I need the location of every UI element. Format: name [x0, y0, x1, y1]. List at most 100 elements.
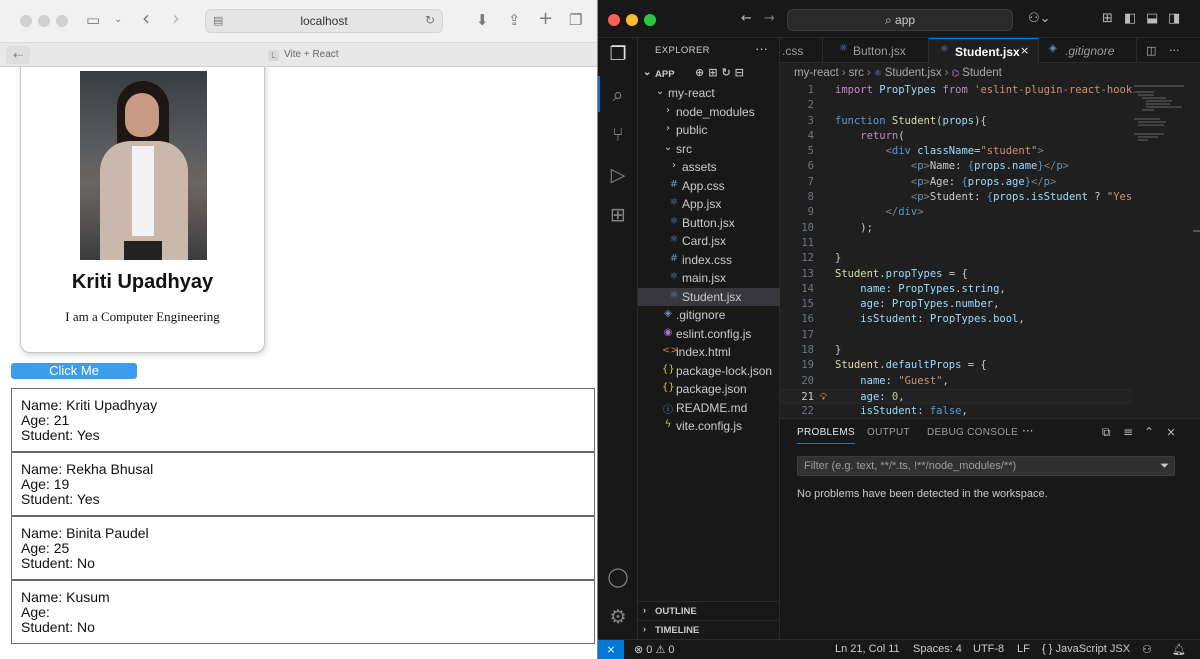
- close-window-button[interactable]: [20, 15, 32, 27]
- tab-overview-icon[interactable]: ❐: [569, 11, 582, 29]
- breadcrumb-item[interactable]: Student: [962, 67, 1002, 79]
- code-line[interactable]: 8 <p>Student: {props.isStudent ? "Yes": [780, 190, 1132, 205]
- nav-forward-icon[interactable]: →: [764, 11, 775, 26]
- code-line[interactable]: 17: [780, 328, 1132, 343]
- tab-output[interactable]: OUTPUT: [867, 427, 910, 438]
- account-icon[interactable]: ◯: [606, 566, 630, 590]
- collapse-all-icon[interactable]: ⊟: [735, 66, 748, 79]
- close-window-button[interactable]: [608, 14, 620, 26]
- download-icon[interactable]: ⬇: [476, 11, 489, 29]
- browser-tab[interactable]: L Vite + React: [268, 49, 339, 61]
- minimize-window-button[interactable]: [626, 14, 638, 26]
- toggle-panel-icon[interactable]: ⬓: [1146, 11, 1158, 26]
- address-bar[interactable]: ▤ localhost ↻: [205, 9, 443, 33]
- code-line[interactable]: 14 name: PropTypes.string,: [780, 282, 1132, 297]
- share-icon[interactable]: ⇪: [508, 11, 521, 29]
- tree-item[interactable]: › assets: [638, 158, 780, 177]
- new-tab-icon[interactable]: +: [538, 8, 553, 29]
- run-debug-icon[interactable]: ▷: [606, 164, 630, 188]
- code-line[interactable]: 7 <p>Age: {props.age}</p>: [780, 175, 1132, 190]
- language-mode[interactable]: { } JavaScript JSX: [1042, 643, 1130, 655]
- new-folder-icon[interactable]: ⊞: [708, 66, 721, 79]
- more-actions-icon[interactable]: ···: [755, 41, 768, 56]
- tab-debug-console[interactable]: DEBUG CONSOLE: [927, 427, 1018, 438]
- tree-item[interactable]: ◉ eslint.config.js: [638, 325, 780, 344]
- nav-back-icon[interactable]: ←: [741, 11, 752, 26]
- toggle-secondary-sidebar-icon[interactable]: ◨: [1168, 11, 1180, 26]
- code-line[interactable]: 9 </div>: [780, 205, 1132, 220]
- forward-icon[interactable]: ›: [172, 6, 180, 30]
- outline-section[interactable]: › OUTLINE: [638, 601, 780, 619]
- refresh-icon[interactable]: ↻: [721, 66, 734, 79]
- source-control-icon[interactable]: ⑂: [606, 124, 630, 148]
- code-line[interactable]: 22 isStudent: false,: [780, 404, 1132, 418]
- breadcrumb-item[interactable]: my-react: [794, 67, 839, 79]
- code-line[interactable]: 2: [780, 98, 1132, 113]
- notifications-icon[interactable]: 🔔︎: [1172, 643, 1186, 656]
- code-line[interactable]: 16 isStudent: PropTypes.bool,: [780, 312, 1132, 327]
- minimize-window-button[interactable]: [38, 15, 50, 27]
- code-line[interactable]: 10 );: [780, 221, 1132, 236]
- copy-icon[interactable]: ⧉: [1102, 425, 1111, 440]
- click-me-button[interactable]: Click Me: [11, 363, 137, 379]
- tree-item[interactable]: {} package.json: [638, 380, 780, 399]
- code-line[interactable]: 11: [780, 236, 1132, 251]
- remote-icon[interactable]: ⨯: [598, 640, 624, 659]
- tree-item[interactable]: {} package-lock.json: [638, 362, 780, 381]
- view-as-list-icon[interactable]: ≡: [1123, 425, 1133, 439]
- breadcrumb-item[interactable]: src: [849, 67, 864, 79]
- settings-gear-icon[interactable]: ⚙: [606, 606, 630, 630]
- tab-problems[interactable]: PROBLEMS: [797, 427, 855, 444]
- customize-layout-icon[interactable]: ⊞: [1102, 11, 1113, 26]
- maximize-panel-icon[interactable]: ⌃: [1144, 425, 1154, 439]
- lightbulb-icon[interactable]: 💡︎: [820, 390, 827, 405]
- close-tab-icon[interactable]: ×: [1020, 44, 1029, 57]
- tree-item[interactable]: › node_modules: [638, 103, 780, 122]
- code-line[interactable]: 4 return(: [780, 129, 1132, 144]
- tree-item[interactable]: ⚛ Card.jsx: [638, 232, 780, 251]
- tree-item[interactable]: # index.css: [638, 251, 780, 270]
- tree-item[interactable]: ◈ .gitignore: [638, 306, 780, 325]
- more-actions-icon[interactable]: ···: [1022, 424, 1033, 438]
- code-line[interactable]: 15 age: PropTypes.number,: [780, 297, 1132, 312]
- code-line[interactable]: 6 <p>Name: {props.name}</p>: [780, 159, 1132, 174]
- code-line[interactable]: 19 Student.defaultProps = {: [780, 358, 1132, 373]
- chevron-down-icon[interactable]: ⌄: [114, 14, 122, 25]
- tree-item[interactable]: ⚛ Button.jsx: [638, 214, 780, 233]
- tab-button-jsx[interactable]: ⚛ Button.jsx: [823, 38, 929, 63]
- tree-item[interactable]: ⓘ README.md: [638, 399, 780, 418]
- back-icon[interactable]: ‹: [142, 6, 150, 30]
- tree-item[interactable]: ⌄ my-react: [638, 84, 780, 103]
- more-actions-icon[interactable]: ···: [1169, 44, 1180, 57]
- code-line[interactable]: 13 Student.propTypes = {: [780, 267, 1132, 282]
- indentation[interactable]: Spaces: 4: [913, 643, 962, 655]
- end-of-line[interactable]: LF: [1017, 643, 1030, 655]
- minimap[interactable]: [1132, 83, 1186, 413]
- code-line[interactable]: 3 function Student(props){: [780, 114, 1132, 129]
- close-panel-icon[interactable]: ×: [1166, 425, 1176, 439]
- explorer-icon[interactable]: ❐: [606, 43, 630, 67]
- tree-item[interactable]: <> index.html: [638, 343, 780, 362]
- new-file-icon[interactable]: ⊕: [695, 66, 708, 79]
- tree-item[interactable]: ⚛ main.jsx: [638, 269, 780, 288]
- breadcrumb-item[interactable]: Student.jsx: [885, 67, 942, 79]
- code-line[interactable]: 5 <div className="student">: [780, 144, 1132, 159]
- timeline-section[interactable]: › TIMELINE: [638, 620, 780, 638]
- tree-item[interactable]: ⚛ Student.jsx: [638, 287, 780, 306]
- code-line[interactable]: 21 age: 0, 💡︎: [780, 388, 1132, 405]
- tree-item[interactable]: # App.css: [638, 177, 780, 196]
- code-line[interactable]: 18}: [780, 343, 1132, 358]
- cursor-position[interactable]: Ln 21, Col 11: [835, 643, 900, 655]
- reload-icon[interactable]: ↻: [425, 13, 435, 27]
- filter-icon[interactable]: ⏷: [1160, 459, 1169, 473]
- tab-gitignore[interactable]: ◈ .gitignore: [1039, 38, 1137, 63]
- tree-item[interactable]: ⌄ src: [638, 140, 780, 159]
- zoom-window-button[interactable]: [56, 15, 68, 27]
- split-editor-icon[interactable]: ◫: [1146, 44, 1156, 57]
- extensions-icon[interactable]: ⊞: [606, 204, 630, 228]
- code-line[interactable]: 12}: [780, 251, 1132, 266]
- code-line[interactable]: 20 name: "Guest",: [780, 374, 1132, 389]
- problems-filter-input[interactable]: Filter (e.g. text, **/*.ts, !**/node_mod…: [797, 456, 1175, 476]
- workspace-root[interactable]: ⌄ APP ⊕⊞↻⊟: [638, 66, 780, 84]
- tab-css[interactable]: .css: [780, 38, 823, 63]
